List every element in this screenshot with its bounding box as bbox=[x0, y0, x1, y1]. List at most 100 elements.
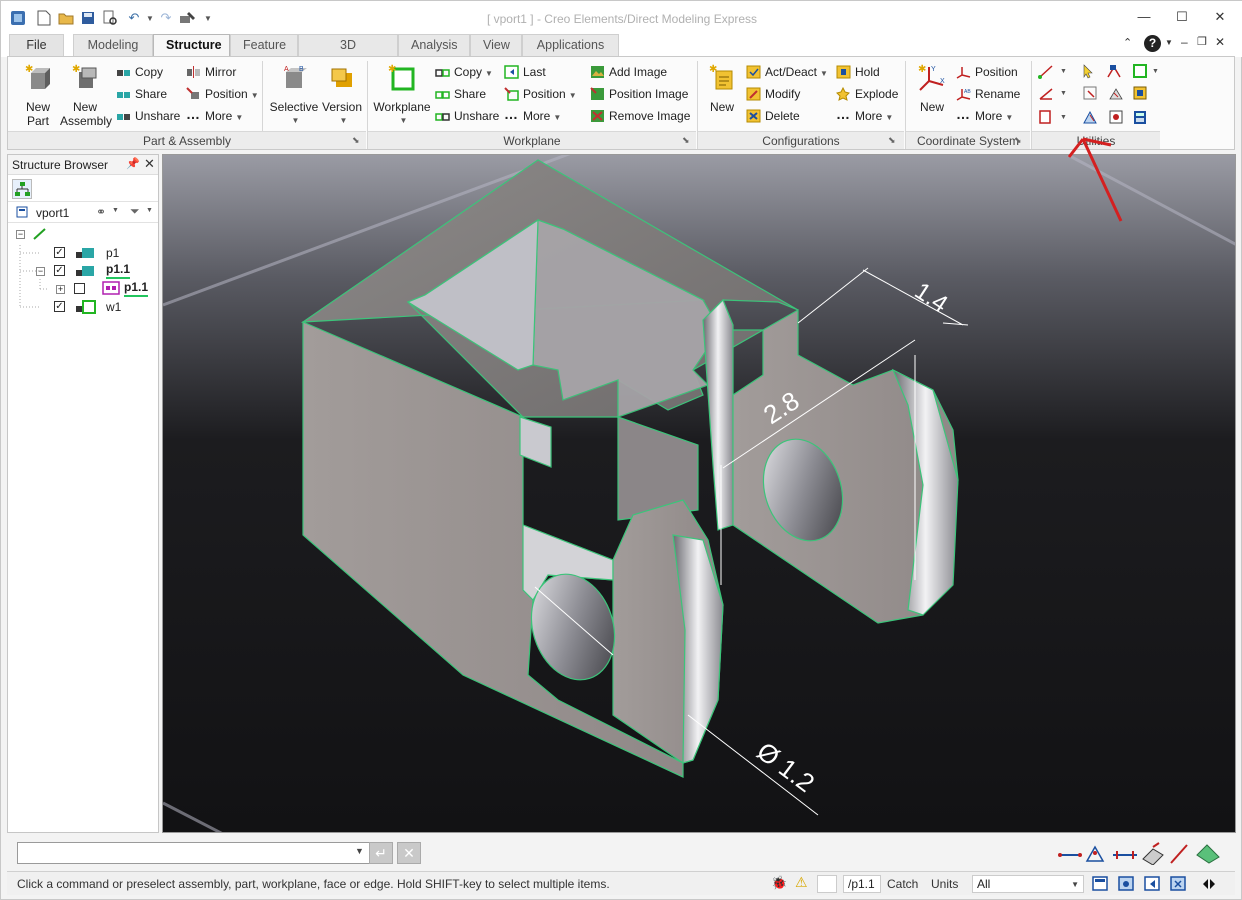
workplane-button[interactable]: ✱ Workplane ▼ bbox=[372, 63, 432, 128]
measure-line-icon[interactable] bbox=[1038, 65, 1053, 79]
constraint-tool-icon[interactable] bbox=[1107, 65, 1121, 78]
scroll-arrows-icon[interactable] bbox=[1203, 879, 1215, 889]
face-filter-icon[interactable] bbox=[1142, 842, 1164, 865]
new-coordinate-system-button[interactable]: Y X ✱ New bbox=[912, 63, 952, 114]
redraw-icon[interactable] bbox=[1109, 88, 1123, 100]
units-button[interactable]: Units bbox=[931, 877, 958, 891]
visibility-checkbox[interactable] bbox=[74, 283, 85, 294]
chevron-down-icon[interactable]: ▼ bbox=[1060, 90, 1067, 97]
tree-row-w1[interactable]: ✓ w1 bbox=[38, 298, 158, 316]
collapse-ribbon-icon[interactable]: ⌃ bbox=[1123, 36, 1132, 49]
browser-root-name[interactable]: vport1 bbox=[36, 206, 69, 220]
line-filter-icon[interactable] bbox=[1170, 844, 1188, 864]
dialog-launcher-icon[interactable]: ⬊ bbox=[1014, 135, 1024, 145]
more-configuration-button[interactable]: … More ▼ bbox=[836, 107, 893, 125]
unshare-workplane-button[interactable]: Unshare bbox=[435, 107, 499, 125]
select-arrow-icon[interactable] bbox=[1083, 64, 1093, 79]
position-coordinate-system-button[interactable]: Position bbox=[956, 63, 1018, 81]
new-assembly-button[interactable]: ✱ New Assembly bbox=[60, 63, 112, 128]
position-part-button[interactable]: Position ▼ bbox=[186, 85, 259, 103]
chevron-down-icon[interactable]: ▼ bbox=[1152, 68, 1159, 75]
binoculars-icon[interactable]: ⚭ bbox=[96, 205, 106, 219]
utility-highlighted-icon[interactable] bbox=[1083, 110, 1097, 124]
tab-applications[interactable]: Applications bbox=[522, 34, 619, 56]
unshare-part-button[interactable]: Unshare bbox=[116, 107, 180, 125]
tree-row-p1[interactable]: ✓ p1 bbox=[38, 244, 158, 262]
new-configuration-button[interactable]: ✱ New bbox=[702, 63, 742, 114]
edge-filter-icon[interactable] bbox=[1058, 853, 1082, 857]
version-button[interactable]: Version ▼ bbox=[320, 63, 364, 128]
command-input[interactable] bbox=[17, 842, 373, 864]
model-canvas[interactable]: 1.4 2.8 Ø 1.2 bbox=[163, 155, 1236, 833]
window-icon[interactable] bbox=[1092, 876, 1108, 891]
position-workplane-button[interactable]: Position ▼ bbox=[504, 85, 577, 103]
close-button[interactable]: ✕ bbox=[1205, 9, 1235, 27]
cancel-icon[interactable]: ✕ bbox=[397, 842, 421, 864]
minimize-button[interactable]: — bbox=[1129, 9, 1159, 27]
tab-3d-geometry[interactable]: 3D Geometry bbox=[298, 34, 398, 73]
tab-modeling[interactable]: Modeling bbox=[73, 34, 153, 56]
vertex-filter-icon[interactable] bbox=[1085, 845, 1105, 862]
doc-restore-icon[interactable]: ❐ bbox=[1197, 35, 1207, 48]
help-dropdown-icon[interactable]: ▼ bbox=[1165, 38, 1173, 47]
calculator-icon[interactable] bbox=[1134, 111, 1146, 124]
act-deact-button[interactable]: Act/Deact ▼ bbox=[746, 63, 828, 81]
more-workplane-button[interactable]: … More ▼ bbox=[504, 107, 561, 125]
last-workplane-button[interactable]: Last bbox=[504, 63, 546, 81]
selection-filter-select[interactable]: All ▼ bbox=[972, 875, 1084, 893]
close-panel-icon[interactable]: ✕ bbox=[144, 156, 155, 172]
distance-filter-icon[interactable] bbox=[1113, 851, 1137, 859]
visibility-checkbox[interactable]: ✓ bbox=[54, 247, 65, 258]
explode-button[interactable]: Explode bbox=[836, 85, 898, 103]
delete-configuration-button[interactable]: Delete bbox=[746, 107, 800, 125]
confirm-icon[interactable]: ↵ bbox=[369, 842, 393, 864]
maximize-button[interactable]: ☐ bbox=[1167, 9, 1197, 27]
select-edge-icon[interactable] bbox=[1083, 86, 1097, 100]
warning-icon[interactable]: ⚠ bbox=[795, 874, 808, 891]
tab-file[interactable]: File bbox=[9, 34, 64, 56]
position-image-button[interactable]: Position Image bbox=[590, 85, 688, 103]
fit-view-icon[interactable] bbox=[1170, 876, 1186, 891]
chevron-down-icon[interactable]: ▼ bbox=[1060, 114, 1067, 121]
add-image-button[interactable]: Add Image bbox=[590, 63, 667, 81]
chevron-down-icon[interactable]: ▼ bbox=[1060, 68, 1067, 75]
chevron-down-icon[interactable]: ▼ bbox=[355, 846, 364, 856]
dialog-launcher-icon[interactable]: ⬊ bbox=[352, 135, 362, 145]
tree-expand-icon[interactable]: + bbox=[56, 285, 65, 294]
modify-configuration-button[interactable]: Modify bbox=[746, 85, 800, 103]
active-path[interactable]: /p1.1 bbox=[843, 875, 881, 893]
visibility-checkbox[interactable]: ✓ bbox=[54, 301, 65, 312]
copy-workplane-button[interactable]: Copy ▼ bbox=[435, 63, 493, 81]
hold-button[interactable]: Hold bbox=[836, 63, 880, 81]
selective-button[interactable]: AB Selective ▼ bbox=[268, 63, 320, 128]
new-part-button[interactable]: ✱ New Part bbox=[18, 63, 58, 128]
more-part-button[interactable]: … More ▼ bbox=[186, 107, 243, 125]
mirror-button[interactable]: Mirror bbox=[186, 63, 236, 81]
previous-view-icon[interactable] bbox=[1144, 876, 1160, 891]
viewport-layout-icon[interactable] bbox=[1118, 876, 1134, 891]
rename-coordinate-system-button[interactable]: AB Rename bbox=[956, 85, 1020, 103]
doc-minimize-icon[interactable]: – bbox=[1181, 35, 1188, 49]
share-part-button[interactable]: Share bbox=[116, 85, 167, 103]
tab-feature[interactable]: Feature bbox=[230, 34, 298, 56]
doc-close-icon[interactable]: ✕ bbox=[1215, 35, 1225, 49]
tab-view[interactable]: View bbox=[470, 34, 522, 56]
dialog-launcher-icon[interactable]: ⬊ bbox=[888, 135, 898, 145]
chevron-down-icon[interactable]: ▼ bbox=[112, 207, 119, 214]
layer-filter-icon[interactable] bbox=[1196, 844, 1220, 864]
dialog-launcher-icon[interactable]: ⬊ bbox=[682, 135, 692, 145]
measure-angle-icon[interactable] bbox=[1039, 88, 1053, 100]
pin-icon[interactable]: 📌 bbox=[126, 157, 140, 170]
3d-viewport[interactable]: 1.4 2.8 Ø 1.2 bbox=[162, 154, 1236, 833]
chevron-down-icon[interactable]: ▼ bbox=[146, 207, 153, 214]
tab-analysis[interactable]: Analysis bbox=[398, 34, 470, 56]
bug-icon[interactable]: 🐞 bbox=[771, 875, 787, 891]
tree-view-tab[interactable] bbox=[12, 179, 32, 199]
remove-image-button[interactable]: Remove Image bbox=[590, 107, 690, 125]
more-coordinate-system-button[interactable]: … More ▼ bbox=[956, 107, 1013, 125]
copy-part-button[interactable]: Copy bbox=[116, 63, 163, 81]
help-icon[interactable]: ? bbox=[1144, 35, 1161, 52]
section-view-icon[interactable] bbox=[1039, 110, 1051, 124]
tree-row-p1-1[interactable]: − ✓ p1.1 bbox=[36, 262, 158, 280]
filter-icon[interactable]: ⏷ bbox=[130, 204, 140, 219]
